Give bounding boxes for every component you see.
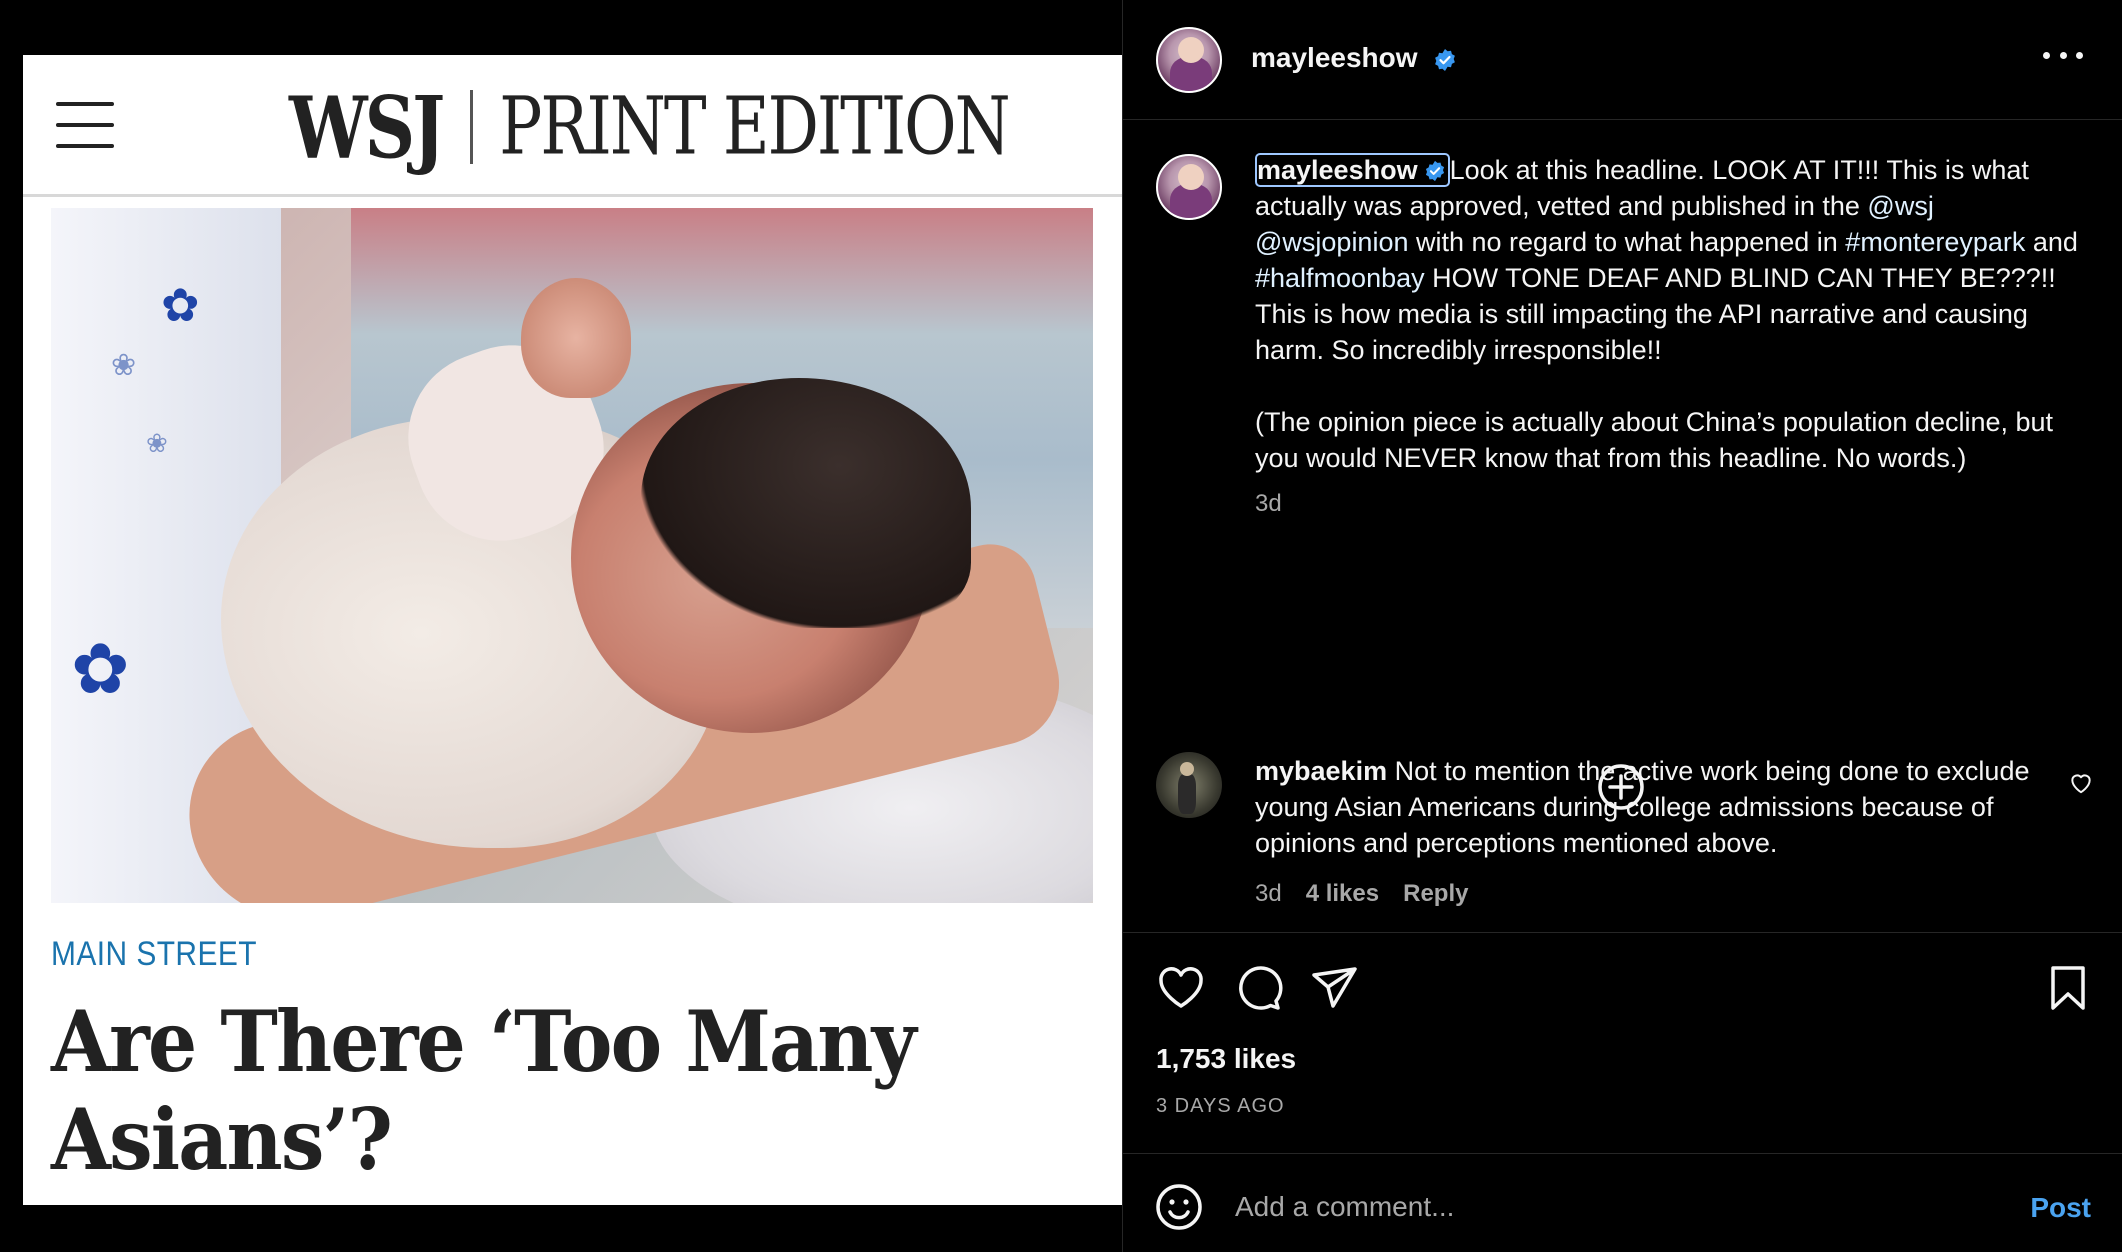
paper-plane-icon[interactable]	[1310, 963, 1360, 1013]
article-kicker: MAIN STREET	[51, 935, 257, 973]
post-comment-button[interactable]: Post	[2030, 1192, 2091, 1224]
post-details-panel: mayleeshow mayleeshow Look at this headli…	[1122, 0, 2122, 1252]
heart-icon[interactable]	[1156, 963, 1206, 1013]
article-photo-newborn: ✿ ✿ ❀ ❀	[51, 208, 1093, 903]
wsj-logo: WSJ PRINT EDITION	[289, 76, 1011, 177]
author-username[interactable]: mayleeshow	[1251, 42, 1457, 74]
caption-verified-badge-icon	[1425, 160, 1444, 182]
verified-badge-icon	[1435, 48, 1456, 71]
edition-label: PRINT EDITION	[499, 80, 1010, 174]
logo-divider	[470, 90, 474, 164]
article-headline: Are There ‘Too Many Asians’?	[51, 992, 917, 1189]
caption-author-avatar[interactable]	[1156, 154, 1222, 220]
bookmark-icon[interactable]	[2043, 963, 2093, 1013]
mention-wsjopinion[interactable]: @wsjopinion	[1255, 227, 1408, 257]
comment-age: 3d	[1255, 880, 1282, 907]
comment-item: mybaekim Not to mention the active work …	[1255, 753, 2045, 861]
hashtag-montereypark[interactable]: #montereypark	[1845, 227, 2025, 257]
comment-bubble-icon[interactable]	[1233, 963, 1283, 1013]
comment-composer: Post	[1123, 1154, 2122, 1252]
hamburger-menu-icon	[56, 102, 114, 148]
comment-input[interactable]	[1235, 1182, 1965, 1232]
likes-count[interactable]: 1,753 likes	[1156, 1043, 1296, 1075]
caption-paragraph-2: (The opinion piece is actually about Chi…	[1255, 407, 2054, 473]
comment-heart-icon[interactable]	[2068, 770, 2094, 796]
wsj-header: WSJ PRINT EDITION	[23, 55, 1122, 197]
post-actions: 1,753 likes 3 DAYS AGO	[1123, 932, 2122, 1154]
author-avatar[interactable]	[1156, 27, 1222, 93]
emoji-icon[interactable]	[1154, 1182, 1204, 1232]
caption-username[interactable]: mayleeshow	[1255, 153, 1450, 187]
more-options-icon[interactable]	[2043, 45, 2083, 65]
post-image[interactable]: WSJ PRINT EDITION ✿ ✿ ❀ ❀ MAIN STREET Ar…	[23, 55, 1122, 1205]
post-date: 3 DAYS AGO	[1156, 1095, 1285, 1117]
comment-likes[interactable]: 4 likes	[1306, 880, 1379, 908]
author-username-text[interactable]: mayleeshow	[1251, 42, 1418, 73]
commenter-avatar[interactable]	[1156, 752, 1222, 818]
comment-reply-button[interactable]: Reply	[1403, 880, 1468, 908]
hashtag-halfmoonbay[interactable]: #halfmoonbay	[1255, 263, 1425, 293]
mention-wsj[interactable]: @wsj	[1867, 191, 1933, 221]
post-header: mayleeshow	[1123, 0, 2122, 120]
commenter-username[interactable]: mybaekim	[1255, 756, 1387, 786]
caption-age: 3d	[1255, 490, 1282, 517]
comment-meta: 3d 4 likes Reply	[1255, 880, 1468, 908]
wsj-wordmark: WSJ	[289, 76, 445, 178]
post-caption: mayleeshow Look at this headline. LOOK AT…	[1255, 152, 2085, 522]
